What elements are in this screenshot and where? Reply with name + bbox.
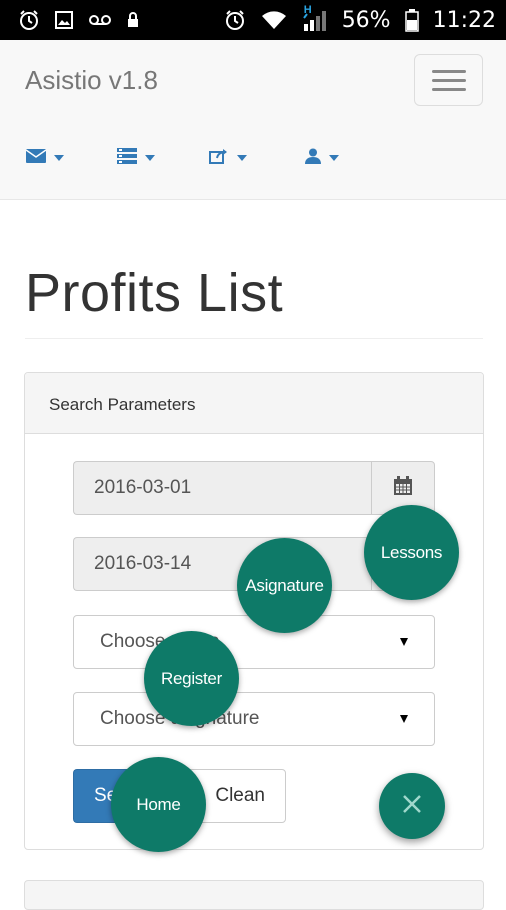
- signal-icon: H: [302, 4, 328, 32]
- panel-heading: Search Parameters: [25, 373, 483, 434]
- alarm-icon: [224, 8, 246, 32]
- dropdown-arrow-icon: [400, 715, 408, 723]
- hamburger-bar: [431, 78, 466, 82]
- calendar-icon: [393, 475, 413, 501]
- date-from-group: 2016-03-01: [73, 461, 435, 515]
- status-right: H 56% 11:22: [224, 4, 496, 33]
- asignature-select[interactable]: Choose asignature: [73, 692, 435, 746]
- fab-asignature[interactable]: Asignature: [237, 538, 332, 633]
- navbar: Asistio v1.8: [0, 40, 506, 200]
- battery-icon: [404, 8, 419, 32]
- title-divider: [25, 338, 483, 339]
- user-icon: [305, 148, 321, 169]
- dropdown-arrow-icon: [400, 638, 408, 646]
- fab-home[interactable]: Home: [111, 757, 206, 852]
- chevron-down-icon: [145, 155, 155, 161]
- clock: 11:22: [432, 7, 496, 33]
- hamburger-bar: [431, 87, 466, 91]
- nav-menu-user[interactable]: [305, 140, 339, 176]
- status-left: [18, 8, 140, 32]
- fab-close-button[interactable]: [379, 773, 445, 839]
- fab-register[interactable]: Register: [144, 631, 239, 726]
- lock-icon: [126, 8, 140, 32]
- menu-toggle-button[interactable]: [414, 54, 483, 106]
- network-type-label: H: [303, 4, 312, 16]
- results-panel: [24, 880, 484, 910]
- share-icon: [209, 148, 229, 169]
- voicemail-icon: [88, 8, 112, 32]
- chevron-down-icon: [54, 155, 64, 161]
- brand-title[interactable]: Asistio v1.8: [25, 65, 158, 96]
- nav-menus: [0, 140, 506, 176]
- list-icon: [117, 147, 137, 169]
- alarm-icon: [18, 8, 40, 32]
- nav-menu-messages[interactable]: [25, 140, 64, 176]
- hamburger-bar: [431, 69, 466, 73]
- page-title: Profits List: [25, 263, 284, 323]
- group-select[interactable]: Choose group: [73, 615, 435, 669]
- nav-menu-share[interactable]: [209, 140, 247, 176]
- close-icon: [401, 793, 423, 820]
- wifi-icon: [260, 8, 288, 32]
- chevron-down-icon: [237, 155, 247, 161]
- battery-percent: 56%: [341, 7, 391, 33]
- envelope-icon: [25, 148, 47, 169]
- chevron-down-icon: [329, 155, 339, 161]
- image-icon: [54, 8, 74, 32]
- status-bar: H 56% 11:22: [0, 0, 506, 40]
- date-from-input[interactable]: 2016-03-01: [73, 461, 371, 515]
- nav-menu-lists[interactable]: [117, 140, 155, 176]
- fab-lessons[interactable]: Lessons: [364, 505, 459, 600]
